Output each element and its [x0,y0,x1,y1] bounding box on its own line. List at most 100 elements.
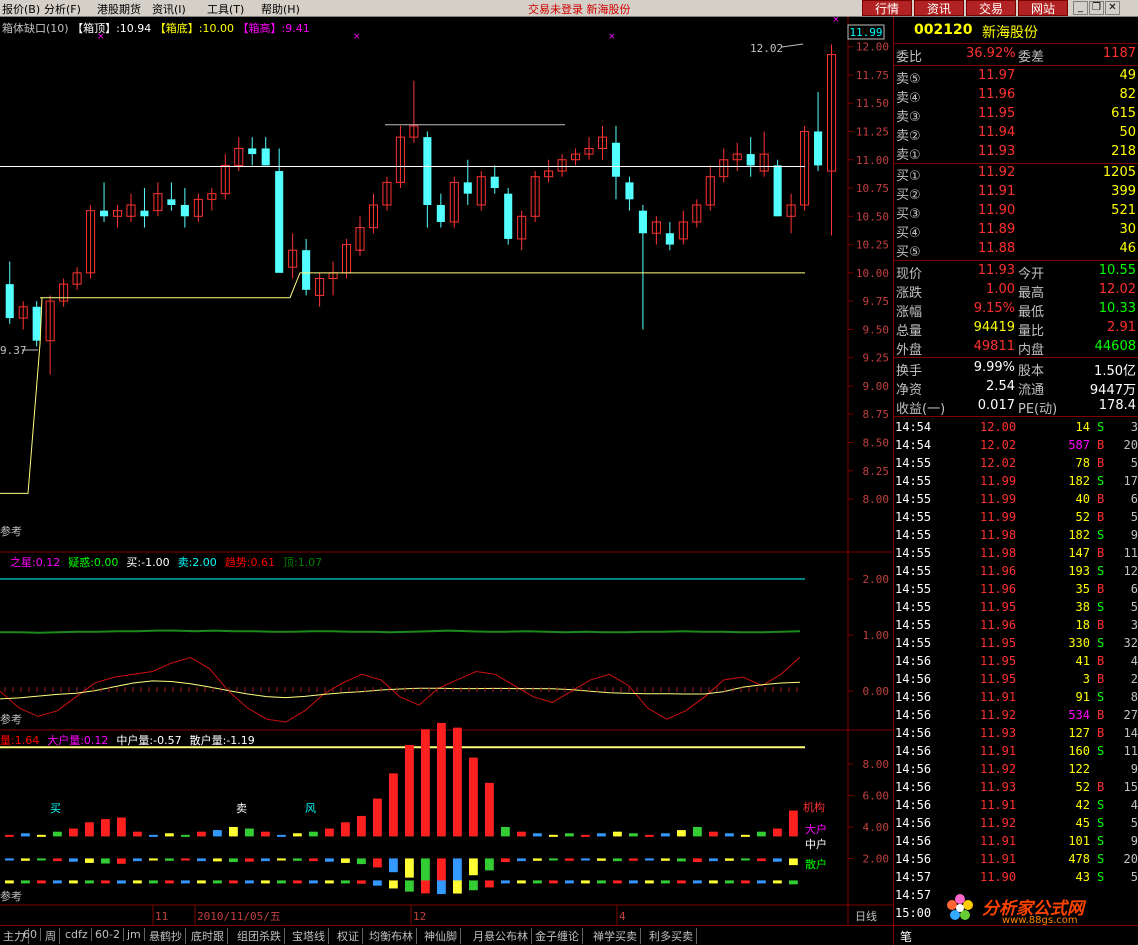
menu-item-hk-futures[interactable]: 港股期货 [97,1,141,17]
tick-row[interactable]: 14:54 12.00 14 S 3 [894,418,1138,436]
tick-volume: 35 [1075,582,1090,596]
tick-row[interactable]: 14:56 11.92 534 B 27 [894,706,1138,724]
tick-row[interactable]: 14:56 11.91 42 S 4 [894,796,1138,814]
tick-row[interactable]: 14:56 11.95 3 B 2 [894,670,1138,688]
tab-tick[interactable]: 笔 [900,928,912,945]
ask-price: 11.95 [978,106,1016,121]
tab-14[interactable]: 金子缠论 [532,928,583,944]
tick-row[interactable]: 14:55 11.99 52 B 5 [894,508,1138,526]
tick-row[interactable]: 14:56 11.92 122 9 [894,760,1138,778]
tick-row[interactable]: 14:54 12.02 587 B 20 [894,436,1138,454]
mid-bar [341,880,350,884]
trade-button[interactable]: 交易 [966,0,1016,16]
info-button[interactable]: 资讯 [914,0,964,16]
indicator1-legend-item: 买:-1.00 [126,556,170,569]
volume-bar [629,833,638,837]
tick-side: B [1097,546,1105,560]
tab-16[interactable]: 利多买卖 [646,928,697,944]
retail-bar [165,858,174,861]
tick-time: 14:56 [895,852,932,866]
stat-value: 44608 [1094,339,1136,354]
mid-bar [37,880,46,884]
indicator2-legend-item: 散户量:-1.19 [189,734,255,747]
retail-bar [773,858,782,862]
bid-row[interactable]: 买⑤ 11.88 46 [894,240,1138,260]
tab-12[interactable]: 神仙脚 [421,928,461,944]
mid-bar [277,880,286,884]
retail-bar [661,858,670,861]
tick-row[interactable]: 14:56 11.93 127 B 14 [894,724,1138,742]
main-legend: 箱体缺口(10) 【箱顶】:10.94 【箱底】:10.00 【箱高】:9.41 [2,20,310,36]
ask-row[interactable]: 卖① 11.93 218 [894,143,1138,163]
mid-bar [661,880,670,884]
mid-holder-label: 中户 [805,837,827,851]
tab-7[interactable]: 底时跟 [188,928,228,944]
tick-row[interactable]: 14:55 11.99 182 S 17 [894,472,1138,490]
volume-bar [437,722,446,837]
tick-row[interactable]: 14:57 11.90 43 S 5 [894,868,1138,886]
tick-row[interactable]: 14:55 11.95 38 S 5 [894,598,1138,616]
tick-row[interactable]: 14:55 11.96 18 B 3 [894,616,1138,634]
bid-row[interactable]: 买② 11.91 399 [894,183,1138,203]
ask-row[interactable]: 卖② 11.94 50 [894,124,1138,144]
tab-4[interactable]: 60-2 [92,928,124,941]
tab-13[interactable]: 月悬公布林 [470,928,532,944]
tab-10[interactable]: 权证 [334,928,363,944]
menu-item-tools[interactable]: 工具(T) [207,1,244,17]
ask-row[interactable]: 卖③ 11.95 615 [894,105,1138,125]
bid-row[interactable]: 买④ 11.89 30 [894,221,1138,241]
chart-svg[interactable]: 12.00 11.75 11.50 11.25 11.00 10.75 10.50 10.25… [0,15,893,925]
tab-11[interactable]: 均衡布林 [366,928,417,944]
tab-3[interactable]: cdfz [62,928,92,941]
menu-item-info[interactable]: 资讯(I) [152,1,186,17]
tick-row[interactable]: 14:55 11.99 40 B 6 [894,490,1138,508]
menu-item-analysis[interactable]: 分析(F) [44,1,81,17]
tab-8[interactable]: 组团杀跌 [234,928,285,944]
tick-volume: 587 [1068,438,1090,452]
tick-price: 11.95 [980,672,1017,686]
tab-5[interactable]: jm [124,928,145,941]
divider [894,416,1138,417]
tick-row[interactable]: 14:55 11.96 193 S 12 [894,562,1138,580]
tick-row[interactable]: 14:56 11.93 52 B 15 [894,778,1138,796]
candle-body [167,199,176,205]
stat-value: 10.33 [1098,301,1136,316]
tick-row[interactable]: 14:56 11.91 478 S 20 [894,850,1138,868]
tick-row[interactable]: 14:56 11.92 45 S 5 [894,814,1138,832]
retail-bar [117,858,126,864]
mid-bar [85,880,94,884]
restore-icon[interactable]: ❐ [1089,1,1104,15]
tab-2[interactable]: 周 [42,928,60,944]
menu-item-help[interactable]: 帮助(H) [261,1,300,17]
tick-row[interactable]: 14:55 11.98 182 S 9 [894,526,1138,544]
website-button[interactable]: 网站 [1018,0,1068,16]
menu-item-quote[interactable]: 报价(B) [2,1,40,17]
volume-bar [117,817,126,837]
close-icon[interactable]: ✕ [1105,1,1120,15]
bid-row[interactable]: 买① 11.92 1205 [894,164,1138,184]
tick-row[interactable]: 14:56 11.91 160 S 11 [894,742,1138,760]
tab-9[interactable]: 宝塔线 [289,928,329,944]
tab-1[interactable]: 60 [20,928,41,941]
minimize-icon[interactable]: _ [1073,1,1088,15]
marker-icon: × [353,32,361,42]
tick-row[interactable]: 14:55 11.95 330 S 32 [894,634,1138,652]
chart-area[interactable]: 12.00 11.75 11.50 11.25 11.00 10.75 10.50 10.25… [0,15,893,945]
quote-button[interactable]: 行情 [862,0,912,16]
tick-row[interactable]: 14:56 11.91 91 S 8 [894,688,1138,706]
tick-row[interactable]: 14:55 11.96 35 B 6 [894,580,1138,598]
tick-row[interactable]: 14:56 11.95 41 B 4 [894,652,1138,670]
candle-body [490,176,499,189]
tick-row[interactable]: 14:55 12.02 78 B 5 [894,454,1138,472]
ask-row[interactable]: 卖④ 11.96 82 [894,86,1138,106]
tick-row[interactable]: 14:55 11.98 147 B 11 [894,544,1138,562]
tick-price: 11.93 [980,780,1017,794]
tick-volume: 101 [1068,834,1090,848]
tab-15[interactable]: 禅学买卖 [590,928,641,944]
mid-bar [789,880,798,885]
bid-row[interactable]: 买③ 11.90 521 [894,202,1138,222]
tab-6[interactable]: 悬鹤抄 [146,928,186,944]
ask-row[interactable]: 卖⑤ 11.97 49 [894,67,1138,87]
tick-count: 12 [1123,564,1138,578]
tick-row[interactable]: 14:56 11.91 101 S 9 [894,832,1138,850]
